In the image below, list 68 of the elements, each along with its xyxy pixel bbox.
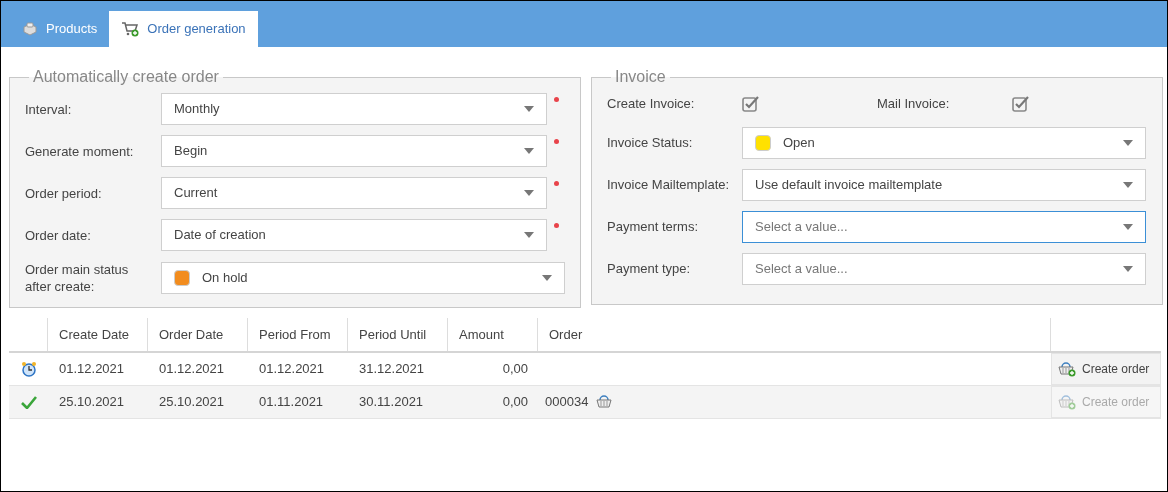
table-cell-text: 25.10.2021	[58, 393, 126, 412]
table-cell-text: 0,00	[501, 360, 529, 379]
select-value: Date of creation	[174, 226, 267, 245]
select-field[interactable]: Begin	[161, 135, 547, 167]
table-cell-text: 01.11.2021	[258, 393, 325, 412]
field-label: Invoice Status:	[607, 134, 694, 153]
create-order-button[interactable]: Create order	[1051, 353, 1161, 385]
tab[interactable]: Order generation	[109, 11, 258, 47]
cart-icon	[121, 21, 140, 37]
select-placeholder: Select a value...	[755, 218, 849, 237]
field-label: Payment type:	[607, 260, 692, 279]
table-cell-text: 30.11.2021	[358, 393, 425, 412]
select-field[interactable]: Select a value...	[742, 253, 1146, 285]
column-header: Order Date	[148, 318, 248, 351]
table-cell-text: 0,00	[501, 393, 529, 412]
select-field[interactable]: Select a value...	[742, 211, 1146, 243]
check-icon	[20, 395, 37, 409]
select-value: Current	[174, 184, 219, 203]
table-cell-text: 01.12.2021	[58, 360, 126, 379]
select-value: Open	[783, 134, 816, 153]
field-label: Invoice Mailtemplate:	[607, 176, 731, 195]
table-cell-text: 01.12.2021	[158, 360, 226, 379]
order-number[interactable]: 000034	[545, 392, 589, 412]
caret-icon	[542, 275, 552, 281]
field-label: Interval:	[25, 100, 73, 118]
select-field[interactable]: Open	[742, 127, 1146, 159]
column-header: Create Date	[48, 318, 148, 351]
panel-title: Automatically create order	[32, 67, 220, 87]
table-cell-text: 01.12.2021	[258, 360, 326, 379]
checkbox[interactable]	[742, 96, 760, 112]
select-field[interactable]: Date of creation	[161, 219, 547, 251]
table-cell-text: 31.12.2021	[358, 360, 426, 379]
caret-icon	[1123, 140, 1133, 146]
select-field[interactable]: Monthly	[161, 93, 547, 125]
caret-icon	[1123, 266, 1133, 272]
select-field[interactable]: Use default invoice mailtemplate	[742, 169, 1146, 201]
blocks-icon	[22, 22, 38, 36]
caret-icon	[1123, 182, 1133, 188]
basket-add-icon	[1058, 394, 1076, 410]
checkbox-label: Mail Invoice:	[877, 95, 951, 114]
caret-icon	[524, 106, 534, 112]
select-value: On hold	[202, 269, 249, 288]
caret-icon	[524, 232, 534, 238]
checkbox-label: Create Invoice:	[607, 95, 696, 114]
column-header: Amount	[448, 318, 538, 351]
field-label: Order main status after create:	[25, 261, 130, 295]
basket-add-icon	[1058, 361, 1076, 377]
column-header: Period Until	[348, 318, 448, 351]
caret-icon	[524, 148, 534, 154]
select-field[interactable]: On hold	[161, 262, 565, 294]
select-field[interactable]: Current	[161, 177, 547, 209]
field-label: Order period:	[25, 184, 103, 202]
caret-icon	[524, 190, 534, 196]
field-label: Payment terms:	[607, 218, 700, 237]
table-cell-text: 25.10.2021	[158, 393, 226, 412]
panel-title: Invoice	[614, 67, 667, 87]
alarm-clock-icon	[20, 360, 37, 378]
field-label: Generate moment:	[25, 142, 135, 160]
select-value: Begin	[174, 142, 209, 161]
checkbox[interactable]	[1012, 96, 1030, 112]
select-value: Use default invoice mailtemplate	[755, 176, 944, 195]
column-header: Order	[538, 318, 1051, 351]
select-value: Monthly	[174, 100, 221, 119]
column-header: Period From	[248, 318, 348, 351]
caret-icon	[1123, 224, 1133, 230]
select-placeholder: Select a value...	[755, 260, 849, 279]
basket-icon	[596, 394, 615, 410]
field-label: Order date:	[25, 226, 92, 244]
